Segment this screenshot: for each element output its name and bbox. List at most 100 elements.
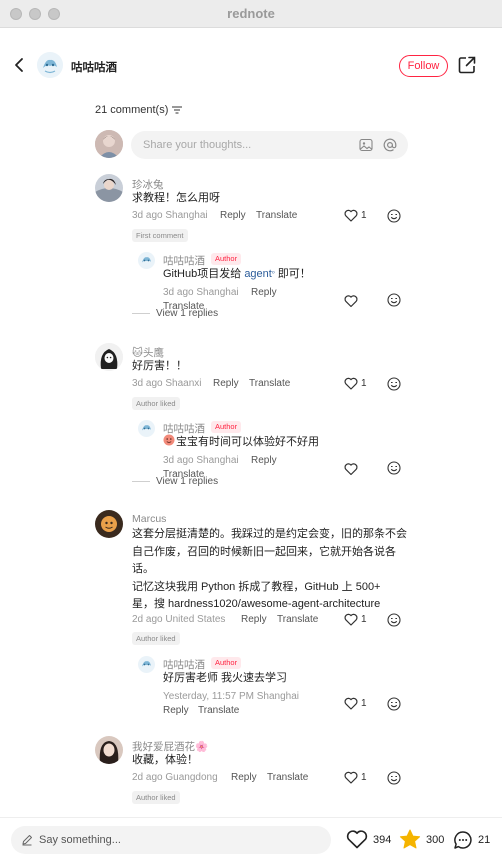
author-badge: Author bbox=[211, 421, 242, 433]
emoji-react-icon[interactable] bbox=[387, 461, 401, 475]
comment-text: 这套分层挺清楚的。我踩过的是约定会变，旧的那条不会 自己作废，召回的时候新旧一起… bbox=[132, 526, 407, 614]
replier-avatar[interactable] bbox=[138, 252, 155, 269]
emoji-react-icon[interactable] bbox=[387, 697, 401, 711]
reply-button[interactable]: Reply bbox=[163, 705, 189, 716]
comment-meta: 3d ago Shanghai bbox=[132, 210, 208, 221]
favorite-total: 300 bbox=[426, 833, 445, 846]
like-count: 1 bbox=[361, 210, 367, 221]
comment-count: 21 comment(s) bbox=[95, 104, 183, 116]
emoji-react-icon[interactable] bbox=[387, 209, 401, 223]
search-glyph: ⁰ bbox=[271, 271, 275, 278]
emoji-react-icon[interactable] bbox=[387, 613, 401, 627]
comment-line: 记忆这块我用 Python 拆成了教程，GitHub 上 500+ bbox=[132, 580, 381, 593]
like-count: 1 bbox=[361, 614, 367, 625]
heart-icon bbox=[344, 377, 358, 390]
author-liked-badge: Author liked bbox=[132, 397, 180, 410]
commenter-avatar[interactable] bbox=[95, 510, 123, 538]
commenter-avatar[interactable] bbox=[95, 174, 123, 202]
reply-time: Yesterday, 11:57 PM bbox=[163, 691, 254, 702]
mention-icon[interactable] bbox=[383, 138, 397, 152]
comment-time: 3d ago bbox=[132, 378, 163, 389]
replier-avatar[interactable] bbox=[138, 420, 155, 437]
heart-icon bbox=[344, 613, 358, 626]
heart-icon[interactable] bbox=[344, 462, 358, 476]
sort-icon[interactable] bbox=[172, 106, 183, 114]
comment-line: 这套分层挺清楚的。我踩过的是约定会变，旧的那条不会 bbox=[132, 528, 407, 540]
reply-button[interactable]: Reply bbox=[241, 614, 267, 625]
view-replies-button[interactable]: View 1 replies bbox=[132, 308, 218, 319]
comment-bubble-icon bbox=[454, 831, 472, 849]
like-count: 1 bbox=[361, 772, 367, 783]
agent-link[interactable]: agent bbox=[244, 268, 272, 280]
comment-count-label: 21 comment(s) bbox=[95, 104, 169, 116]
like-button[interactable]: 1 bbox=[344, 377, 367, 390]
view-replies-button[interactable]: View 1 replies bbox=[132, 476, 218, 487]
heart-icon bbox=[344, 771, 358, 784]
author-badge: Author bbox=[211, 657, 242, 669]
comment-line: 自己作废，召回的时候新旧一起回来，它就开始各说各 bbox=[132, 545, 396, 558]
like-button[interactable]: 1 bbox=[344, 697, 367, 710]
window-titlebar: rednote bbox=[0, 0, 502, 28]
like-button[interactable]: 1 bbox=[344, 209, 367, 222]
reply-location: Shanghai bbox=[256, 691, 300, 702]
emoji-react-icon[interactable] bbox=[387, 771, 401, 785]
emoji-react-icon[interactable] bbox=[387, 293, 401, 307]
reply-time: 3d ago bbox=[163, 455, 194, 466]
translate-button[interactable]: Translate bbox=[267, 772, 308, 783]
replier-avatar[interactable] bbox=[138, 656, 155, 673]
say-something-input[interactable]: Say something... bbox=[11, 826, 331, 854]
heart-icon bbox=[346, 830, 368, 849]
comment-line: 星，搜 hardness1020/awesome-agent-architect… bbox=[132, 598, 381, 610]
like-note-button[interactable]: 394 bbox=[346, 830, 391, 849]
sticker-icon bbox=[163, 434, 175, 446]
reply-button[interactable]: Reply bbox=[220, 210, 246, 221]
comment-location: United States bbox=[165, 614, 226, 625]
image-icon[interactable] bbox=[359, 138, 373, 152]
comment-time: 2d ago bbox=[132, 614, 163, 625]
view-replies-label: View 1 replies bbox=[156, 308, 219, 319]
first-comment-badge: First comment bbox=[132, 229, 188, 242]
translate-button[interactable]: Translate bbox=[256, 210, 297, 221]
author-liked-badge: Author liked bbox=[132, 791, 180, 804]
star-icon bbox=[399, 829, 421, 849]
like-button[interactable]: 1 bbox=[344, 771, 367, 784]
comment-meta: 3d ago Shaanxi bbox=[132, 378, 202, 389]
author-name[interactable]: 咕咕咕酒 bbox=[71, 59, 117, 75]
comment-time: 2d ago bbox=[132, 772, 163, 783]
commenter-name[interactable]: Marcus bbox=[132, 513, 166, 525]
translate-button[interactable]: Translate bbox=[249, 378, 290, 389]
author-liked-badge: Author liked bbox=[132, 632, 180, 645]
like-button[interactable]: 1 bbox=[344, 613, 367, 626]
heart-icon[interactable] bbox=[344, 294, 358, 308]
translate-button[interactable]: Translate bbox=[277, 614, 318, 625]
reply-button[interactable]: Reply bbox=[231, 772, 257, 783]
commenter-avatar[interactable] bbox=[95, 343, 123, 371]
follow-button[interactable]: Follow bbox=[399, 55, 448, 77]
pencil-icon bbox=[22, 835, 32, 846]
comments-button[interactable]: 21 bbox=[453, 830, 490, 850]
reply-button[interactable]: Reply bbox=[251, 455, 277, 466]
comment-text: 收藏，体验！ bbox=[132, 754, 198, 766]
chevron-left-icon bbox=[15, 58, 23, 72]
comment-input-placeholder: Share your thoughts... bbox=[143, 139, 252, 151]
reply-text: 宝宝有时间可以体验好不好用 bbox=[163, 434, 319, 452]
comment-total: 21 bbox=[478, 834, 491, 846]
reply-text-body: 宝宝有时间可以体验好不好用 bbox=[176, 436, 319, 448]
bottom-action-bar: Say something... 394 300 21 bbox=[0, 817, 502, 859]
comment-input[interactable]: Share your thoughts... bbox=[131, 131, 408, 159]
reply-meta: Yesterday, 11:57 PM Shanghai bbox=[163, 691, 299, 702]
reply-button[interactable]: Reply bbox=[213, 378, 239, 389]
reply-button[interactable]: Reply bbox=[251, 287, 277, 298]
reply-location: Shanghai bbox=[196, 287, 239, 298]
translate-button[interactable]: Translate bbox=[198, 705, 239, 716]
author-avatar[interactable] bbox=[37, 52, 63, 78]
reply-text-suffix: 即可！ bbox=[277, 268, 311, 280]
view-replies-label: View 1 replies bbox=[156, 476, 219, 487]
comment-location: Shanghai bbox=[165, 210, 208, 221]
favorite-button[interactable]: 300 bbox=[399, 829, 444, 850]
back-button[interactable] bbox=[8, 54, 30, 76]
share-button[interactable] bbox=[458, 56, 476, 74]
window-title: rednote bbox=[227, 6, 275, 21]
commenter-avatar[interactable] bbox=[95, 736, 123, 764]
emoji-react-icon[interactable] bbox=[387, 377, 401, 391]
